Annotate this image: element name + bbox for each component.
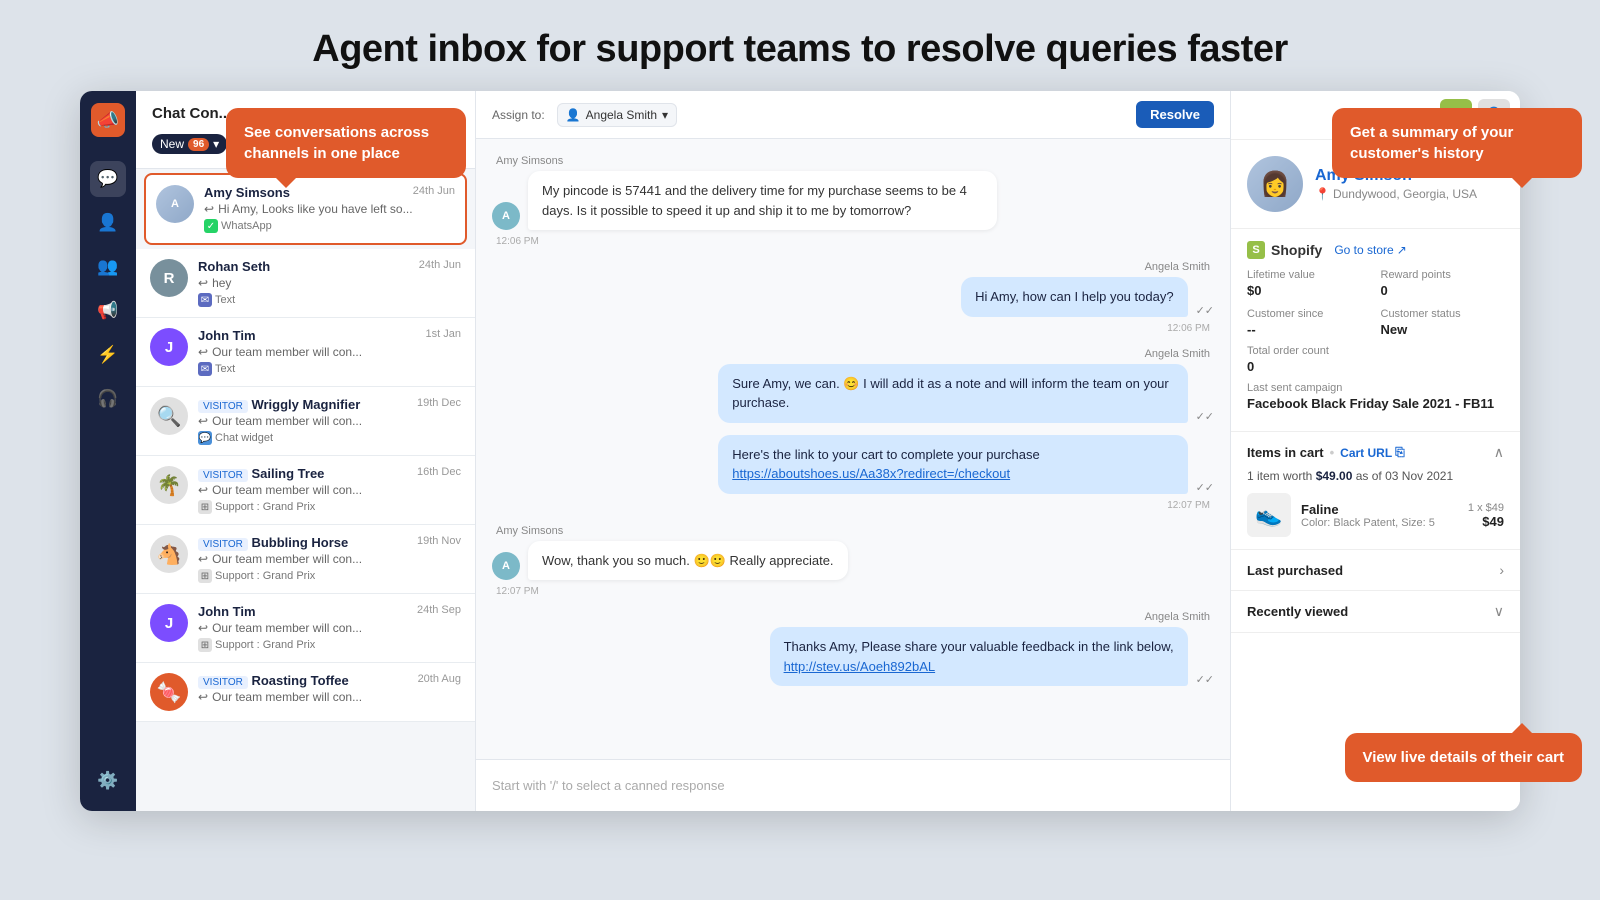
msg-avatar-amy2: A xyxy=(492,552,520,580)
cart-item-price: $49 xyxy=(1468,514,1504,529)
copy-icon[interactable]: ⎘ xyxy=(1395,445,1405,460)
page-title: Agent inbox for support teams to resolve… xyxy=(0,0,1600,91)
total-order-stat: Total order count 0 xyxy=(1247,345,1504,374)
message-bubble-5: Wow, thank you so much. 🙂🙂 Really apprec… xyxy=(528,541,848,581)
sidebar-icon-campaigns[interactable]: 📢 xyxy=(90,293,126,329)
message-group-3: Angela Smith Sure Amy, we can. 😊 I will … xyxy=(492,348,1214,423)
recently-viewed-section[interactable]: Recently viewed ∨ xyxy=(1231,591,1520,633)
customer-avatar: 👩 xyxy=(1247,156,1303,212)
message-group-2: Angela Smith Hi Amy, how can I help you … xyxy=(492,261,1214,336)
message-group-6: Angela Smith Thanks Amy, Please share yo… xyxy=(492,611,1214,686)
app-container: 📣 💬 👤 👥 📢 ⚡ 🎧 ⚙️ Chat Con... New 96 ▾ ⊞ … xyxy=(80,91,1520,811)
text-icon: ✉ xyxy=(198,293,212,307)
cart-item-sub: Color: Black Patent, Size: 5 xyxy=(1301,517,1458,529)
conv-avatar-rohan: R xyxy=(150,259,188,297)
messages-area: Amy Simsons A My pincode is 57441 and th… xyxy=(476,139,1230,759)
customer-panel: S 👤 👩 Amy Simson 📍 Dundywood, Georgia, U… xyxy=(1230,91,1520,811)
customer-since-stat: Customer since -- xyxy=(1247,308,1371,337)
conv-avatar-wriggly: 🔍 xyxy=(150,397,188,435)
message-bubble-4: Here's the link to your cart to complete… xyxy=(718,435,1187,494)
conv-avatar-sailing: 🌴 xyxy=(150,466,188,504)
conv-avatar-roasting: 🍬 xyxy=(150,673,188,711)
conv-item-roasting[interactable]: 🍬 VISITOR Roasting Toffee 20th Aug ↩ Our… xyxy=(136,663,475,722)
cart-item-image: 👟 xyxy=(1247,493,1291,537)
sidebar-icon-settings[interactable]: ⚙️ xyxy=(90,763,126,799)
message-group-1: Amy Simsons A My pincode is 57441 and th… xyxy=(492,155,1214,249)
callout-conversations: See conversations across channels in one… xyxy=(226,108,466,178)
message-bubble-6: Thanks Amy, Please share your valuable f… xyxy=(770,627,1188,686)
message-bubble-2: Hi Amy, how can I help you today? xyxy=(961,277,1187,317)
cart-chevron[interactable]: ∧ xyxy=(1494,444,1504,461)
conv-item-amy[interactable]: A Amy Simsons 24th Jun ↩ Hi Amy, Looks l… xyxy=(144,173,467,245)
sidebar-icon-teams[interactable]: 👥 xyxy=(90,249,126,285)
customer-status-stat: Customer status New xyxy=(1381,308,1505,337)
conv-item-wriggly[interactable]: 🔍 VISITOR Wriggly Magnifier 19th Dec ↩ O… xyxy=(136,387,475,456)
cart-link[interactable]: https://aboutshoes.us/Aa38x?redirect=/ch… xyxy=(732,466,1010,481)
cart-url-link[interactable]: Cart URL ⎘ xyxy=(1340,445,1405,460)
feedback-link[interactable]: http://stev.us/Aoeh892bAL xyxy=(784,659,936,674)
text-icon2: ✉ xyxy=(198,362,212,376)
conv-avatar-johntim1: J xyxy=(150,328,188,366)
cart-item-row: 👟 Faline Color: Black Patent, Size: 5 1 … xyxy=(1247,493,1504,537)
shopify-name: Shopify xyxy=(1271,242,1322,258)
reward-points-stat: Reward points 0 xyxy=(1381,269,1505,298)
resolve-button[interactable]: Resolve xyxy=(1136,101,1214,128)
cart-title: Items in cart • Cart URL ⎘ xyxy=(1247,445,1405,460)
conv-item-sailing[interactable]: 🌴 VISITOR Sailing Tree 16th Dec ↩ Our te… xyxy=(136,456,475,525)
conv-item-bubbling[interactable]: 🐴 VISITOR Bubbling Horse 19th Nov ↩ Our … xyxy=(136,525,475,594)
message-bubble-1: My pincode is 57441 and the delivery tim… xyxy=(528,171,997,230)
location-icon: 📍 xyxy=(1315,187,1330,201)
conv-avatar-amy: A xyxy=(156,185,194,223)
recently-viewed-chevron: ∨ xyxy=(1494,603,1504,620)
sidebar-logo[interactable]: 📣 xyxy=(91,103,125,137)
support-icon: ⊞ xyxy=(198,500,212,514)
cart-item-qty: 1 x $49 xyxy=(1468,502,1504,514)
chat-icon: 💬 xyxy=(198,431,212,445)
filter-badge-new[interactable]: New 96 ▾ xyxy=(152,134,227,154)
conv-preview-amy: ↩ Hi Amy, Looks like you have left so... xyxy=(204,202,455,216)
callout-cart: View live details of their cart xyxy=(1345,733,1582,782)
message-group-5: Amy Simsons A Wow, thank you so much. 🙂🙂… xyxy=(492,525,1214,600)
sidebar-icon-chat[interactable]: 💬 xyxy=(90,161,126,197)
callout-history: Get a summary of your customer's history xyxy=(1332,108,1582,178)
cart-item-name: Faline xyxy=(1301,502,1458,517)
conv-items: A Amy Simsons 24th Jun ↩ Hi Amy, Looks l… xyxy=(136,169,475,811)
sidebar-icon-contacts[interactable]: 👤 xyxy=(90,205,126,241)
conv-item-johntim1[interactable]: J John Tim 1st Jan ↩ Our team member wil… xyxy=(136,318,475,387)
assign-label: Assign to: xyxy=(492,108,545,122)
sidebar: 📣 💬 👤 👥 📢 ⚡ 🎧 ⚙️ xyxy=(80,91,136,811)
conv-list-panel: Chat Con... New 96 ▾ ⊞ ⊟ ⊠ A xyxy=(136,91,476,811)
conv-avatar-bubbling: 🐴 xyxy=(150,535,188,573)
chat-input-area: Start with '/' to select a canned respon… xyxy=(476,759,1230,811)
sidebar-icon-automation[interactable]: ⚡ xyxy=(90,337,126,373)
stats-grid: Lifetime value $0 Reward points 0 Custom… xyxy=(1247,269,1504,337)
cart-section: Items in cart • Cart URL ⎘ ∧ 1 item wort… xyxy=(1231,432,1520,550)
shopify-section: S Shopify Go to store ↗ Lifetime value $… xyxy=(1231,229,1520,432)
conv-channel-amy: ✓ WhatsApp xyxy=(204,219,455,233)
message-group-4: Here's the link to your cart to complete… xyxy=(492,435,1214,513)
lifetime-value-stat: Lifetime value $0 xyxy=(1247,269,1371,298)
assign-select[interactable]: 👤 Angela Smith ▾ xyxy=(557,103,677,127)
conv-avatar-johntim2: J xyxy=(150,604,188,642)
msg-avatar-amy: A xyxy=(492,202,520,230)
go-to-store-link[interactable]: Go to store ↗ xyxy=(1334,243,1406,257)
cart-summary: 1 item worth $49.00 as of 03 Nov 2021 xyxy=(1247,469,1504,483)
last-campaign-stat: Last sent campaign Facebook Black Friday… xyxy=(1247,382,1504,411)
conv-item-johntim2[interactable]: J John Tim 24th Sep ↩ Our team member wi… xyxy=(136,594,475,663)
whatsapp-icon: ✓ xyxy=(204,219,218,233)
conv-time-amy: 24th Jun xyxy=(413,185,455,200)
last-purchased-section[interactable]: Last purchased › xyxy=(1231,550,1520,591)
chat-input-placeholder[interactable]: Start with '/' to select a canned respon… xyxy=(492,770,1214,801)
conv-content-amy: Amy Simsons 24th Jun ↩ Hi Amy, Looks lik… xyxy=(204,185,455,233)
chat-header: Assign to: 👤 Angela Smith ▾ Resolve xyxy=(476,91,1230,139)
last-purchased-chevron: › xyxy=(1499,562,1504,578)
conv-item-rohan[interactable]: R Rohan Seth 24th Jun ↩ hey ✉ Text xyxy=(136,249,475,318)
message-bubble-3: Sure Amy, we can. 😊 I will add it as a n… xyxy=(718,364,1187,423)
conv-name-rohan: Rohan Seth xyxy=(198,259,270,274)
customer-location: 📍 Dundywood, Georgia, USA xyxy=(1315,187,1477,201)
sidebar-icon-support[interactable]: 🎧 xyxy=(90,381,126,417)
chat-panel: Assign to: 👤 Angela Smith ▾ Resolve Amy … xyxy=(476,91,1230,811)
shopify-logo: S xyxy=(1247,241,1265,259)
